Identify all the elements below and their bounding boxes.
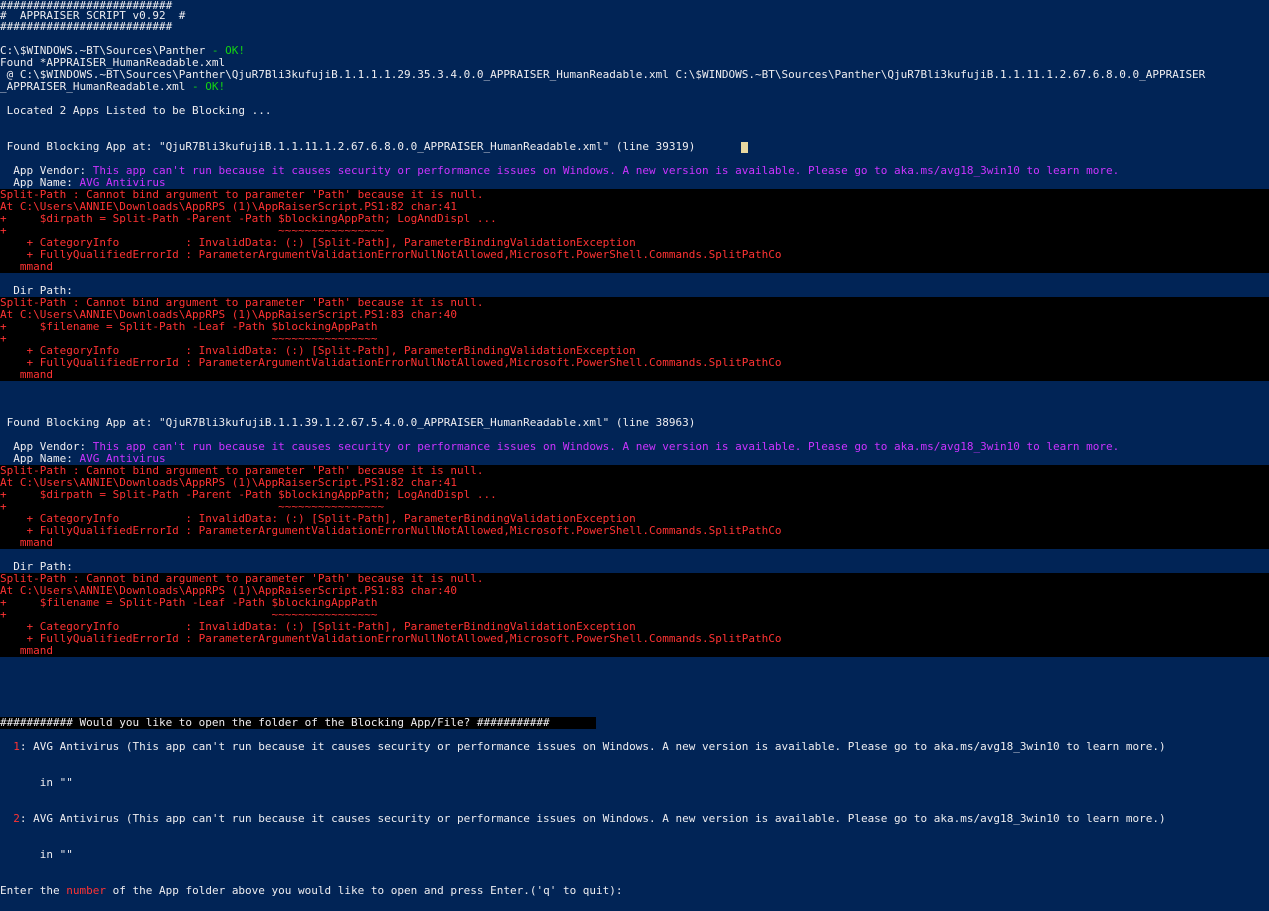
app-vendor-value: This app can't run because it causes sec… bbox=[92, 164, 1120, 177]
option-text: : AVG Antivirus (This app can't run beca… bbox=[19, 812, 1166, 825]
found-files-tail: _APPRAISER_HumanReadable.xml bbox=[0, 80, 186, 93]
option-location: in "" bbox=[0, 848, 73, 861]
option-text: : AVG Antivirus (This app can't run beca… bbox=[19, 740, 1166, 753]
error-block: Split-Path : Cannot bind argument to par… bbox=[0, 465, 1269, 549]
error-line: mmand bbox=[0, 368, 53, 381]
found-files-continuation: _APPRAISER_HumanReadable.xml - OK! bbox=[0, 81, 225, 93]
option-line[interactable]: 1: AVG Antivirus (This app can't run bec… bbox=[0, 740, 1166, 753]
prompt-header: ########### Would you like to open the f… bbox=[0, 716, 550, 729]
error-line: + FullyQualifiedErrorId : ParameterArgum… bbox=[0, 524, 782, 537]
app-vendor-line: App Vendor: This app can't run because i… bbox=[0, 441, 1119, 453]
text-cursor bbox=[741, 142, 748, 153]
option-line[interactable]: 2: AVG Antivirus (This app can't run bec… bbox=[0, 812, 1166, 825]
error-line: + FullyQualifiedErrorId : ParameterArgum… bbox=[0, 248, 782, 261]
error-line: mmand bbox=[0, 644, 53, 657]
option-number: 2 bbox=[13, 812, 20, 825]
ok-status: - OK! bbox=[185, 80, 226, 93]
error-line: + FullyQualifiedErrorId : ParameterArgum… bbox=[0, 356, 782, 369]
located-apps-line: Located 2 Apps Listed to be Blocking ... bbox=[0, 104, 272, 117]
option-number: 1 bbox=[13, 740, 20, 753]
input-prompt-number: number bbox=[66, 884, 106, 897]
app-vendor-line: App Vendor: This app can't run because i… bbox=[0, 165, 1119, 177]
app-vendor-value: This app can't run because it causes sec… bbox=[92, 440, 1120, 453]
option-location: in "" bbox=[0, 776, 73, 789]
error-block: Split-Path : Cannot bind argument to par… bbox=[0, 297, 1269, 381]
input-prompt[interactable]: Enter the number of the App folder above… bbox=[0, 885, 623, 897]
blocking-app-found-line: Found Blocking App at: "QjuR7Bli3kufujiB… bbox=[0, 140, 696, 153]
input-prompt-suffix: of the App folder above you would like t… bbox=[105, 884, 623, 897]
input-prompt-prefix: Enter the bbox=[0, 884, 67, 897]
error-line: mmand bbox=[0, 260, 53, 273]
error-line: mmand bbox=[0, 536, 53, 549]
error-line: + FullyQualifiedErrorId : ParameterArgum… bbox=[0, 632, 782, 645]
error-block: Split-Path : Cannot bind argument to par… bbox=[0, 573, 1269, 657]
powershell-console[interactable]: ########################## # APPRAISER S… bbox=[0, 0, 1269, 911]
blocking-app-found-line: Found Blocking App at: "QjuR7Bli3kufujiB… bbox=[0, 416, 696, 429]
banner-border-bottom: ########################## bbox=[0, 20, 173, 33]
error-block: Split-Path : Cannot bind argument to par… bbox=[0, 189, 1269, 273]
